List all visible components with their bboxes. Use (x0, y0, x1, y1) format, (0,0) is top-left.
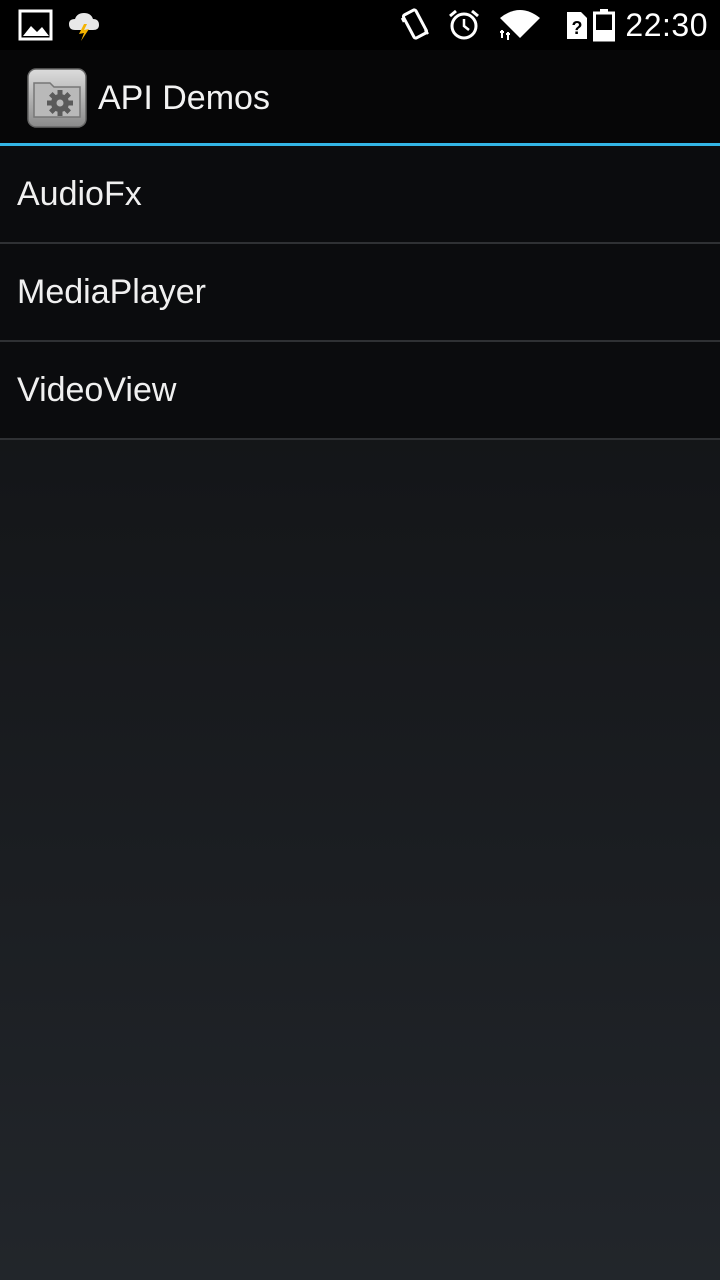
list-item-audiofx[interactable]: AudioFx (0, 146, 720, 244)
alarm-icon (449, 9, 479, 40)
list-item-videoview[interactable]: VideoView (0, 342, 720, 440)
status-time: 22:30 (625, 7, 708, 43)
status-bar: ? 22:30 (0, 0, 720, 50)
vibrate-icon (400, 8, 429, 40)
svg-text:?: ? (572, 18, 583, 38)
action-bar: API Demos (0, 50, 720, 146)
list-item-mediaplayer[interactable]: MediaPlayer (0, 244, 720, 342)
settings-folder-icon[interactable] (26, 67, 88, 129)
wifi-icon (500, 10, 540, 40)
no-sim-icon: ? (567, 12, 587, 39)
list-item-label: MediaPlayer (17, 273, 206, 311)
weather-storm-icon (69, 13, 99, 41)
page-title: API Demos (98, 79, 270, 117)
list-item-label: VideoView (17, 371, 177, 409)
list-item-label: AudioFx (17, 175, 142, 213)
demo-list: AudioFx MediaPlayer VideoView (0, 146, 720, 440)
battery-icon (593, 9, 615, 42)
image-notification-icon (18, 9, 53, 41)
